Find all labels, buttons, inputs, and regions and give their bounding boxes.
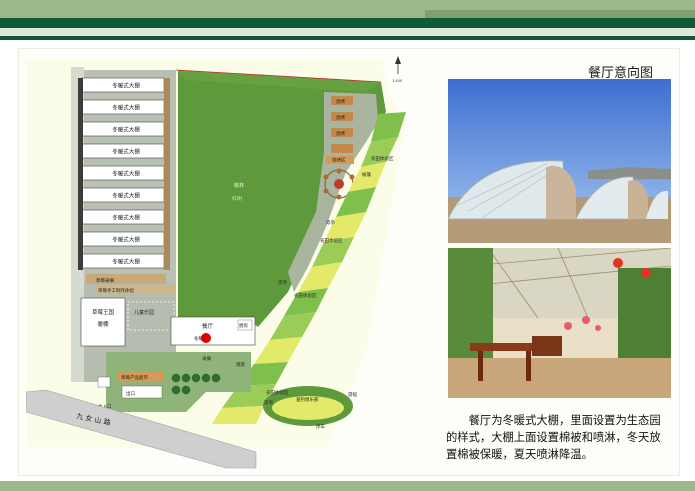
site-plan: 冬暖式大棚 冬暖式大棚 冬暖式大棚 冬暖式大棚 冬暖式大棚 冬暖式大棚 冬暖式大… [25, 52, 438, 470]
bbq-label: 烧烤 [336, 98, 345, 105]
greenhouse-label: 冬暖式大棚 [112, 170, 140, 178]
strawberry-making-label: 草莓手工制作体验 [98, 287, 134, 294]
playground-label: 儿童乐园 [134, 309, 154, 316]
header-band-pale [0, 28, 695, 36]
description-text: 餐厅为冬暖式大棚，里面设置为生态园的样式，大棚上面设置棉被和喷淋，冬天放置棉被保… [446, 414, 661, 461]
greenhouse-label: 冬暖式大棚 [112, 192, 140, 200]
farm-label: 农田体验区 [294, 292, 317, 299]
greenhouse-label: 冬暖式大棚 [112, 104, 140, 112]
pavilion-label: 凉亭 [326, 219, 335, 226]
building-small [331, 144, 353, 153]
restaurant-label: 餐厅 [202, 322, 214, 330]
greenhouse-exterior-photo [448, 79, 671, 243]
farm-label: 农田体验区 [320, 237, 343, 244]
bbq-label: 烧烤 [336, 130, 345, 137]
greenhouse-label: 冬暖式大棚 [112, 148, 140, 156]
greenhouse-label: 冬暖式大棚 [112, 258, 140, 266]
pavilion-center [334, 179, 344, 189]
product-store-label: 草莓产品超市 [121, 374, 148, 381]
bbq-label: 烧烤 [336, 114, 345, 121]
north-arrow-icon [395, 56, 401, 74]
pavilion-label: 凉亭 [278, 279, 287, 286]
strawberry-kingdom-label: 草莓王国 [92, 308, 115, 316]
footer-band [0, 481, 695, 491]
viewing-label: 观景 [236, 362, 245, 368]
restaurant-marker [201, 333, 211, 343]
bbq-area-label: 烧烤区 [332, 157, 346, 164]
exit-label: 出口 [126, 390, 135, 397]
greenhouse-small-label: 暖棚 [97, 320, 109, 328]
gate-house [97, 376, 111, 388]
pavilion-label: 凉亭 [264, 399, 273, 406]
header-band-dark [0, 18, 695, 28]
strawberry-picking-label: 草莓采摘 [96, 277, 114, 284]
kitchen-label: 厨房 [239, 322, 248, 329]
fruit-label: 采摘 [202, 355, 211, 362]
scale-label: 1:400 [392, 79, 402, 83]
fishing-club-label: 垂钓俱乐部 [296, 396, 319, 403]
greenhouse-label: 冬暖式大棚 [112, 214, 140, 222]
tent-label: 帐篷 [362, 171, 371, 178]
farm-label: 农田体验区 [266, 389, 289, 396]
forest-label: 桃林 [234, 182, 244, 189]
greenhouse-label: 冬暖式大棚 [112, 126, 140, 134]
header-band-thin [0, 36, 695, 40]
parking-label: 停车 [316, 423, 325, 430]
forest-sub-label: 红树 [232, 195, 242, 202]
farm-label: 农田体验区 [371, 155, 394, 162]
greenhouse-label: 冬暖式大棚 [112, 82, 140, 90]
restaurant-interior-photo [448, 248, 671, 398]
greenhouse-label: 冬暖式大棚 [112, 236, 140, 244]
boat-label: 游船 [348, 391, 357, 398]
